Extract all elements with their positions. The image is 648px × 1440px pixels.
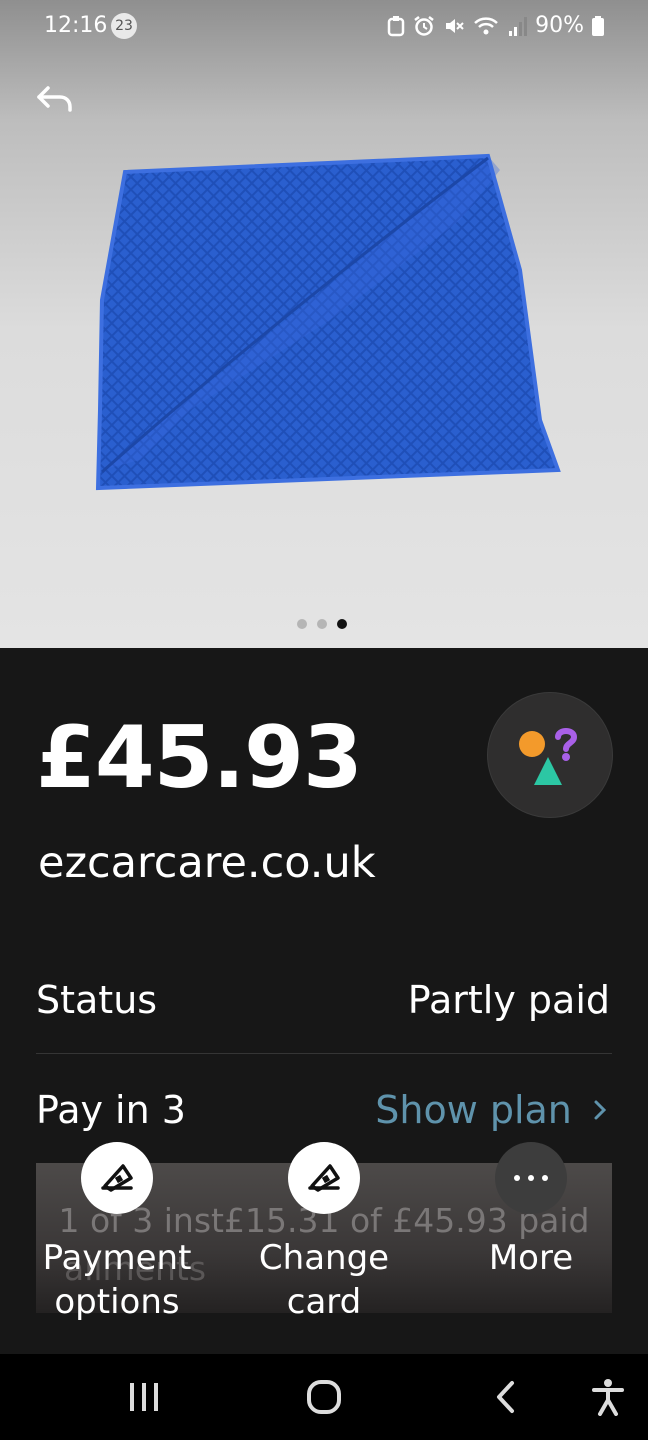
more-label: More — [488, 1238, 574, 1278]
change-card-icon-circle — [288, 1142, 360, 1214]
plan-label: Pay in 3 — [36, 1088, 186, 1132]
placeholder-shapes-icon — [519, 728, 578, 785]
payment-options-label: Payment options — [42, 1238, 192, 1322]
change-card-label: Change card — [258, 1238, 390, 1322]
product-image-gallery[interactable] — [0, 0, 648, 648]
signal-icon — [509, 16, 528, 36]
back-button[interactable] — [34, 80, 78, 120]
recents-button[interactable] — [114, 1372, 174, 1422]
product-image — [95, 153, 561, 491]
home-icon — [307, 1380, 341, 1414]
show-plan-link[interactable]: Show plan — [375, 1088, 610, 1132]
battery-percent: 90% — [535, 13, 584, 38]
status-value: Partly paid — [407, 978, 610, 1022]
show-plan-label: Show plan — [375, 1088, 572, 1132]
payment-options-icon-circle — [81, 1142, 153, 1214]
accessibility-icon — [592, 1379, 624, 1416]
gallery-page-indicator — [297, 619, 347, 629]
accessibility-button[interactable] — [578, 1372, 638, 1422]
page-dot[interactable] — [297, 619, 307, 629]
nav-back-button[interactable] — [476, 1372, 536, 1422]
card-ticket-icon — [308, 1164, 340, 1192]
status-bar: 12:16 23 90% — [0, 0, 648, 56]
ellipsis-icon — [514, 1175, 548, 1181]
page-dot[interactable] — [317, 619, 327, 629]
payment-amount: £45.93 — [36, 708, 363, 808]
home-button[interactable] — [294, 1372, 354, 1422]
mute-icon — [446, 18, 464, 33]
clock: 12:16 — [44, 13, 108, 38]
more-button[interactable]: More — [446, 1142, 616, 1280]
alarm-icon — [414, 15, 434, 36]
status-label: Status — [36, 978, 158, 1022]
merchant-name: ezcarcare.co.uk — [38, 838, 376, 888]
change-card-button[interactable]: Change card — [239, 1142, 409, 1324]
wifi-icon — [474, 16, 498, 34]
back-icon — [497, 1381, 514, 1413]
battery-icon — [592, 15, 604, 36]
more-icon-circle — [495, 1142, 567, 1214]
page-dot-active[interactable] — [337, 619, 347, 629]
notification-badge: 23 — [111, 13, 137, 39]
merchant-logo-button[interactable] — [487, 692, 613, 818]
backup-icon — [387, 15, 405, 36]
back-arrow-icon — [37, 86, 72, 112]
system-navigation-bar — [0, 1354, 648, 1440]
divider — [36, 1053, 612, 1054]
recents-icon — [130, 1383, 158, 1411]
status-icons: 90% — [387, 13, 604, 38]
chevron-right-icon — [594, 1100, 607, 1120]
payment-ticket-icon — [101, 1164, 133, 1192]
payment-options-button[interactable]: Payment options — [32, 1142, 202, 1324]
